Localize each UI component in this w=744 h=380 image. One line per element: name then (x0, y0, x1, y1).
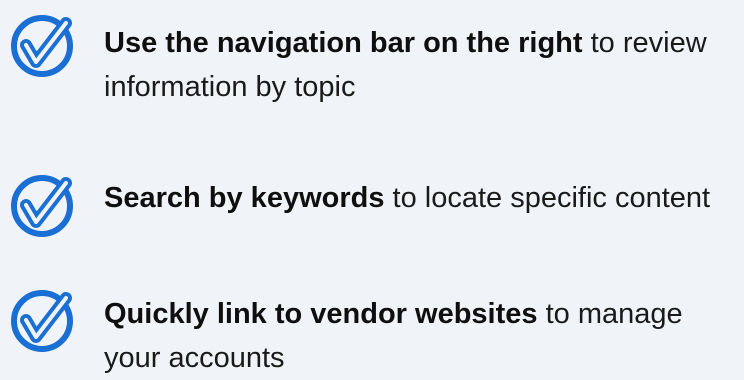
item-rest-text: to review (582, 27, 707, 59)
item-bold-text: Search by keywords (104, 182, 385, 214)
item-text: Quickly link to vendor websites to manag… (104, 292, 736, 380)
item-text: Search by keywords to locate specific co… (104, 176, 736, 220)
check-circle-icon (2, 280, 102, 354)
check-circle-icon (2, 165, 102, 239)
item-bold-text: Use the navigation bar on the right (104, 27, 583, 59)
item-rest-text: to locate specific content (384, 182, 711, 214)
item-bold-text: Quickly link to vendor websites (104, 298, 538, 330)
item-line2-text: your accounts (104, 342, 285, 374)
item-rest-text: to manage (537, 298, 683, 330)
check-circle-icon (2, 5, 102, 79)
item-text: Use the navigation bar on the right to r… (104, 21, 736, 109)
item-line2-text: information by topic (104, 71, 356, 103)
